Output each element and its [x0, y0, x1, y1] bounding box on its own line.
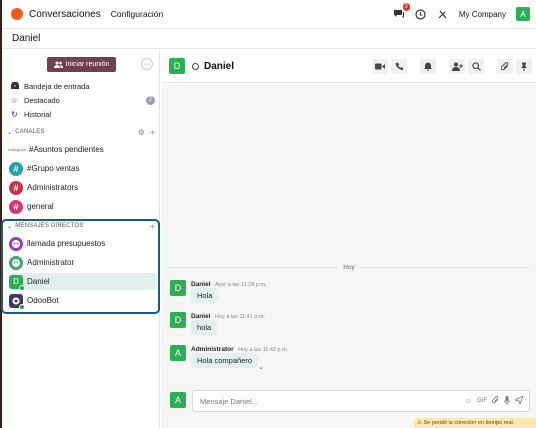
message-timestamp: Hoy a las 11:41 p.m.	[215, 314, 266, 320]
microphone-icon[interactable]	[504, 395, 510, 407]
sidebar-item-starred[interactable]: ☆ Destacado 2	[10, 94, 155, 107]
chat-notifications-icon[interactable]: 3	[393, 3, 410, 20]
start-meeting-label: Iniciar reunión	[65, 61, 110, 68]
more-options-icon[interactable]: ···	[141, 58, 153, 70]
offline-status-icon	[192, 62, 199, 70]
message-bubble: hola	[191, 320, 218, 335]
hash-icon: #	[9, 199, 23, 214]
page-title: Daniel	[12, 33, 41, 44]
starred-count-badge: 2	[145, 96, 155, 105]
breadcrumb-bar: Daniel	[2, 29, 536, 49]
connection-lost-warning: ⚠ Se perdió la conexión en tiempo real.	[414, 418, 536, 428]
channel-label: Administrators	[27, 183, 79, 192]
app-logo-icon[interactable]	[11, 8, 23, 20]
channel-avatar: Instagram	[8, 142, 26, 157]
history-label: Historial	[24, 110, 52, 119]
chevron-down-icon: ⌄	[7, 129, 13, 136]
hash-icon: #	[9, 180, 23, 195]
sidebar-item-inbox[interactable]: Bandeja de entrada	[10, 80, 155, 93]
message-author[interactable]: Daniel	[191, 281, 211, 288]
add-channel-plus-icon[interactable]: +	[150, 128, 155, 137]
message-input[interactable]	[193, 396, 423, 406]
composer-avatar: A	[170, 392, 186, 408]
message-author-avatar[interactable]: D	[170, 280, 186, 296]
pin-icon[interactable]	[516, 58, 532, 74]
channel-item-asuntos-pendientes[interactable]: Instagram #Asuntos pendientes	[8, 141, 157, 158]
channel-item-administrators[interactable]: # Administrators	[9, 179, 157, 196]
channels-category[interactable]: ⌄ CANALES ⚙ +	[7, 127, 155, 137]
send-icon[interactable]	[513, 395, 524, 406]
channel-item-grupo-ventas[interactable]: # #Grupo ventas	[9, 160, 157, 177]
message-author[interactable]: Daniel	[191, 313, 211, 320]
channel-item-general[interactable]: # general	[9, 198, 157, 215]
channels-category-label: CANALES	[15, 129, 45, 135]
video-call-icon[interactable]	[372, 58, 388, 74]
channel-label: general	[27, 202, 54, 211]
star-icon: ☆	[10, 96, 19, 105]
configuration-menu[interactable]: Configuración	[111, 9, 163, 19]
thread-name[interactable]: Daniel	[204, 61, 234, 72]
add-user-icon[interactable]	[449, 58, 465, 74]
message-bubble: Hola	[191, 288, 219, 303]
message-author[interactable]: Administrator	[191, 346, 234, 353]
channel-label: #Asuntos pendientes	[29, 145, 104, 154]
thread-header: D Daniel	[161, 50, 536, 83]
sidebar-item-history[interactable]: ↻ Historial	[10, 108, 155, 121]
message-bubble: Hola compañero	[191, 353, 259, 368]
start-meeting-button[interactable]: Iniciar reunión	[47, 57, 116, 72]
tools-icon[interactable]	[437, 8, 449, 20]
inbox-label: Bandeja de entrada	[24, 82, 90, 91]
attachment-paperclip-icon[interactable]	[491, 396, 499, 406]
top-navbar: Conversaciones Configuración 3 My Compan…	[2, 0, 536, 29]
history-icon: ↻	[11, 110, 18, 119]
app-name[interactable]: Conversaciones	[29, 9, 101, 20]
message-list[interactable]: Hoy D Daniel Ayer a las 11:28 p.m. Hola …	[161, 84, 536, 428]
message-expand-chevron-icon[interactable]: ⌄	[258, 363, 264, 371]
message-author-avatar[interactable]: D	[170, 312, 186, 328]
users-icon	[53, 61, 63, 68]
emoji-icon[interactable]: ☺	[465, 398, 472, 405]
company-switcher[interactable]: My Company	[459, 10, 506, 19]
direct-messages-highlight-box	[1, 219, 160, 314]
activity-clock-icon[interactable]	[415, 8, 427, 20]
gif-icon[interactable]: GIF	[477, 398, 487, 404]
day-separator: Hoy	[169, 262, 529, 272]
search-icon[interactable]	[468, 58, 484, 74]
inbox-icon	[10, 82, 19, 91]
day-separator-label: Hoy	[343, 263, 355, 271]
notification-bell-icon[interactable]	[420, 58, 436, 74]
notification-badge: 3	[402, 3, 410, 11]
message-timestamp: Ayer a las 11:28 p.m.	[215, 282, 267, 288]
message-composer: ☺ GIF	[192, 390, 530, 412]
starred-label: Destacado	[24, 96, 60, 105]
channels-settings-gear-icon[interactable]: ⚙	[138, 128, 145, 137]
thread-avatar: D	[169, 58, 185, 74]
paperclip-icon[interactable]	[497, 58, 513, 74]
phone-call-icon[interactable]	[391, 58, 407, 74]
channel-label: #Grupo ventas	[27, 164, 80, 173]
user-avatar[interactable]: A	[516, 7, 530, 21]
hash-icon: #	[9, 161, 23, 176]
message-author-avatar[interactable]: A	[170, 345, 186, 361]
